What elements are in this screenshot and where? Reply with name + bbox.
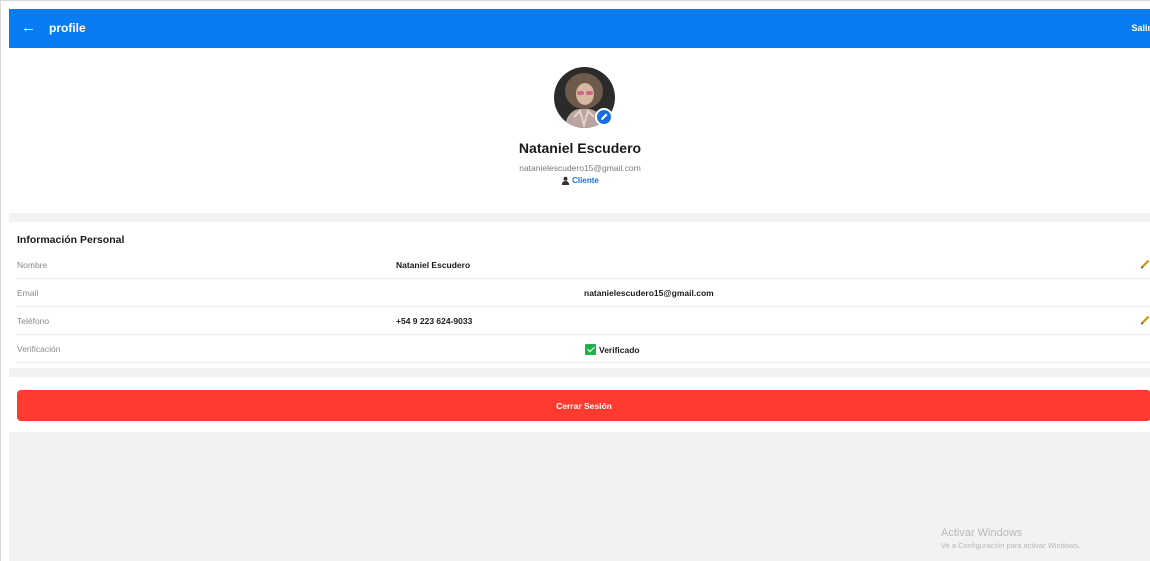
info-row-name: Nombre Nataniel Escudero: [17, 251, 1150, 279]
profile-header: Nataniel Escudero natanielescudero15@gma…: [9, 48, 1150, 213]
exit-link[interactable]: Salir: [1131, 21, 1150, 35]
person-icon: [562, 176, 570, 185]
row-label: Teléfono: [17, 316, 50, 326]
page-title: profile: [49, 21, 86, 35]
row-value: +54 9 223 624-9033: [396, 316, 473, 326]
arrow-left-icon[interactable]: ←: [21, 19, 37, 37]
edit-name-pencil-icon[interactable]: [1139, 258, 1150, 270]
role-badge: Cliente: [9, 176, 1150, 185]
pencil-icon: [601, 113, 608, 120]
top-app-bar: ← profile Salir: [9, 9, 1150, 48]
row-value: Nataniel Escudero: [396, 260, 471, 270]
avatar-container: [554, 67, 615, 128]
info-row-verification: Verificación Verificado: [17, 335, 1150, 363]
windows-activation-watermark: Activar Windows Ve a Configuración para …: [941, 527, 1080, 550]
app-window: ← profile Salir Nataniel Escudero natani…: [0, 0, 1150, 561]
row-label: Email: [17, 288, 39, 298]
role-label: Cliente: [572, 176, 599, 185]
row-value: natanielescudero15@gmail.com: [584, 288, 714, 298]
watermark-subtitle: Ve a Configuración para activar Windows.: [941, 541, 1081, 550]
user-email: natanielescudero15@gmail.com: [519, 163, 641, 173]
user-name: Nataniel Escudero: [518, 140, 642, 156]
checkmark-icon: [585, 344, 596, 355]
edit-phone-pencil-icon[interactable]: [1139, 314, 1150, 326]
section-title: Información Personal: [17, 234, 125, 246]
personal-info-section: Información Personal Nombre Nataniel Esc…: [9, 222, 1150, 368]
edit-avatar-button[interactable]: [595, 108, 613, 126]
verification-status: Verificado: [585, 344, 640, 355]
verification-text: Verificado: [599, 345, 640, 355]
info-row-email: Email natanielescudero15@gmail.com: [17, 279, 1150, 307]
row-label: Nombre: [17, 260, 48, 270]
watermark-title: Activar Windows: [941, 527, 1023, 539]
logout-button[interactable]: Cerrar Sesión: [17, 390, 1150, 421]
profile-content: Nataniel Escudero natanielescudero15@gma…: [9, 48, 1150, 561]
info-row-phone: Teléfono +54 9 223 624-9033: [17, 307, 1150, 335]
row-label: Verificación: [17, 344, 61, 354]
logout-section: Cerrar Sesión: [9, 377, 1150, 432]
